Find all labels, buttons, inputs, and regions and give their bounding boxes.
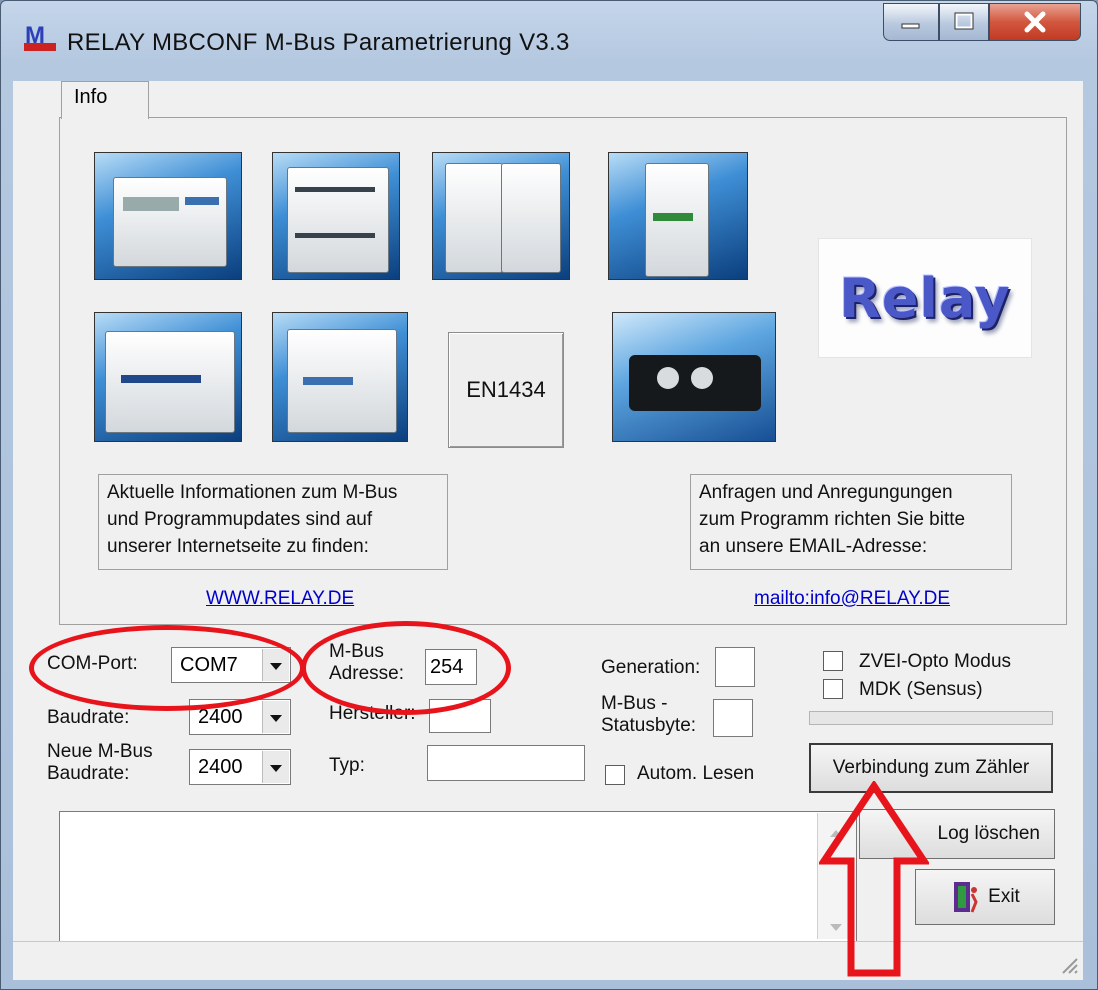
generation-label: Generation: [601, 657, 701, 678]
statusbyte-input[interactable] [713, 699, 753, 737]
window-title: RELAY MBCONF M-Bus Parametrierung V3.3 [67, 29, 570, 56]
statusbyte-label: M-Bus - Statusbyte: [601, 693, 696, 737]
title-bar[interactable]: M RELAY MBCONF M-Bus Parametrierung V3.3 [1, 1, 1097, 81]
chevron-down-icon[interactable] [262, 701, 289, 733]
product-image-1[interactable] [94, 152, 242, 280]
chevron-down-icon[interactable] [262, 649, 289, 681]
auto-read-label[interactable]: Autom. Lesen [637, 763, 754, 785]
manufacturer-label: Hersteller: [329, 703, 416, 724]
email-info-box: Anfragen und Anregungungen zum Programm … [690, 474, 1012, 570]
exit-button[interactable]: Exit [915, 869, 1055, 925]
mdk-sensus-label[interactable]: MDK (Sensus) [859, 679, 983, 701]
product-image-3[interactable] [432, 152, 570, 280]
chevron-down-icon[interactable] [262, 751, 289, 783]
baudrate-value: 2400 [198, 706, 243, 728]
relay-logo-text: Relay [839, 266, 1011, 330]
com-port-select[interactable]: COM7 [171, 647, 291, 683]
minimize-icon [901, 23, 920, 29]
type-input[interactable] [427, 745, 585, 781]
new-baudrate-label: Neue M-Bus Baudrate: [47, 741, 153, 785]
product-image-2[interactable] [272, 152, 400, 280]
exit-label: Exit [988, 886, 1020, 907]
email-info-line: an unsere EMAIL-Adresse: [699, 536, 928, 557]
up-arrow-annotation-icon [819, 781, 929, 977]
statusbyte-label-line: Statusbyte: [601, 715, 697, 736]
address-input[interactable]: 254 [425, 649, 477, 685]
email-info-line: zum Programm richten Sie bitte [699, 509, 966, 530]
exit-door-icon [954, 882, 978, 913]
minimize-button[interactable] [883, 3, 939, 41]
manufacturer-input[interactable] [429, 699, 491, 733]
baudrate-label: Baudrate: [47, 707, 130, 728]
website-link[interactable]: WWW.RELAY.DE [206, 588, 354, 610]
en1434-button[interactable]: EN1434 [448, 332, 564, 448]
info-panel: Relay EN1434 Aktuelle Informationen zum … [59, 117, 1067, 625]
email-link[interactable]: mailto:info@RELAY.DE [754, 588, 950, 610]
generation-input[interactable] [715, 647, 755, 687]
new-baudrate-label-line: Neue M-Bus [47, 741, 153, 762]
close-icon [1024, 11, 1046, 33]
tab-info[interactable]: Info [61, 81, 149, 119]
new-baudrate-label-line: Baudrate: [47, 763, 130, 784]
zvei-opto-checkbox[interactable] [823, 651, 843, 671]
product-image-5[interactable] [94, 312, 242, 442]
address-label: M-Bus Adresse: [329, 641, 404, 685]
maximize-icon [954, 12, 974, 30]
application-window: M RELAY MBCONF M-Bus Parametrierung V3.3… [0, 0, 1098, 990]
maximize-button[interactable] [939, 3, 989, 41]
website-info-box: Aktuelle Informationen zum M-Bus und Pro… [98, 474, 448, 570]
new-baudrate-select[interactable]: 2400 [189, 749, 291, 785]
relay-logo: Relay [818, 238, 1032, 358]
com-port-value: COM7 [180, 654, 238, 676]
relay-m-logo-icon: M [24, 22, 56, 51]
baudrate-select[interactable]: 2400 [189, 699, 291, 735]
zvei-opto-label[interactable]: ZVEI-Opto Modus [859, 651, 1011, 673]
resize-grip-icon[interactable] [1057, 953, 1079, 975]
progress-bar [809, 711, 1053, 725]
statusbyte-label-line: M-Bus - [601, 693, 668, 714]
address-label-line: M-Bus [329, 641, 384, 662]
close-button[interactable] [989, 3, 1081, 41]
address-label-line: Adresse: [329, 663, 404, 684]
svg-text:M: M [25, 22, 45, 49]
email-info-line: Anfragen und Anregungungen [699, 482, 953, 503]
website-info-line: unserer Internetseite zu finden: [107, 536, 369, 557]
tab-info-label: Info [74, 86, 108, 108]
product-image-6[interactable] [272, 312, 408, 442]
mdk-sensus-checkbox[interactable] [823, 679, 843, 699]
new-baudrate-value: 2400 [198, 756, 243, 778]
product-image-7[interactable] [612, 312, 776, 442]
type-label: Typ: [329, 755, 365, 776]
website-info-line: Aktuelle Informationen zum M-Bus [107, 482, 398, 503]
com-port-label: COM-Port: [47, 653, 138, 674]
website-info-line: und Programmupdates sind auf [107, 509, 373, 530]
auto-read-checkbox[interactable] [605, 765, 625, 785]
product-image-4[interactable] [608, 152, 748, 280]
